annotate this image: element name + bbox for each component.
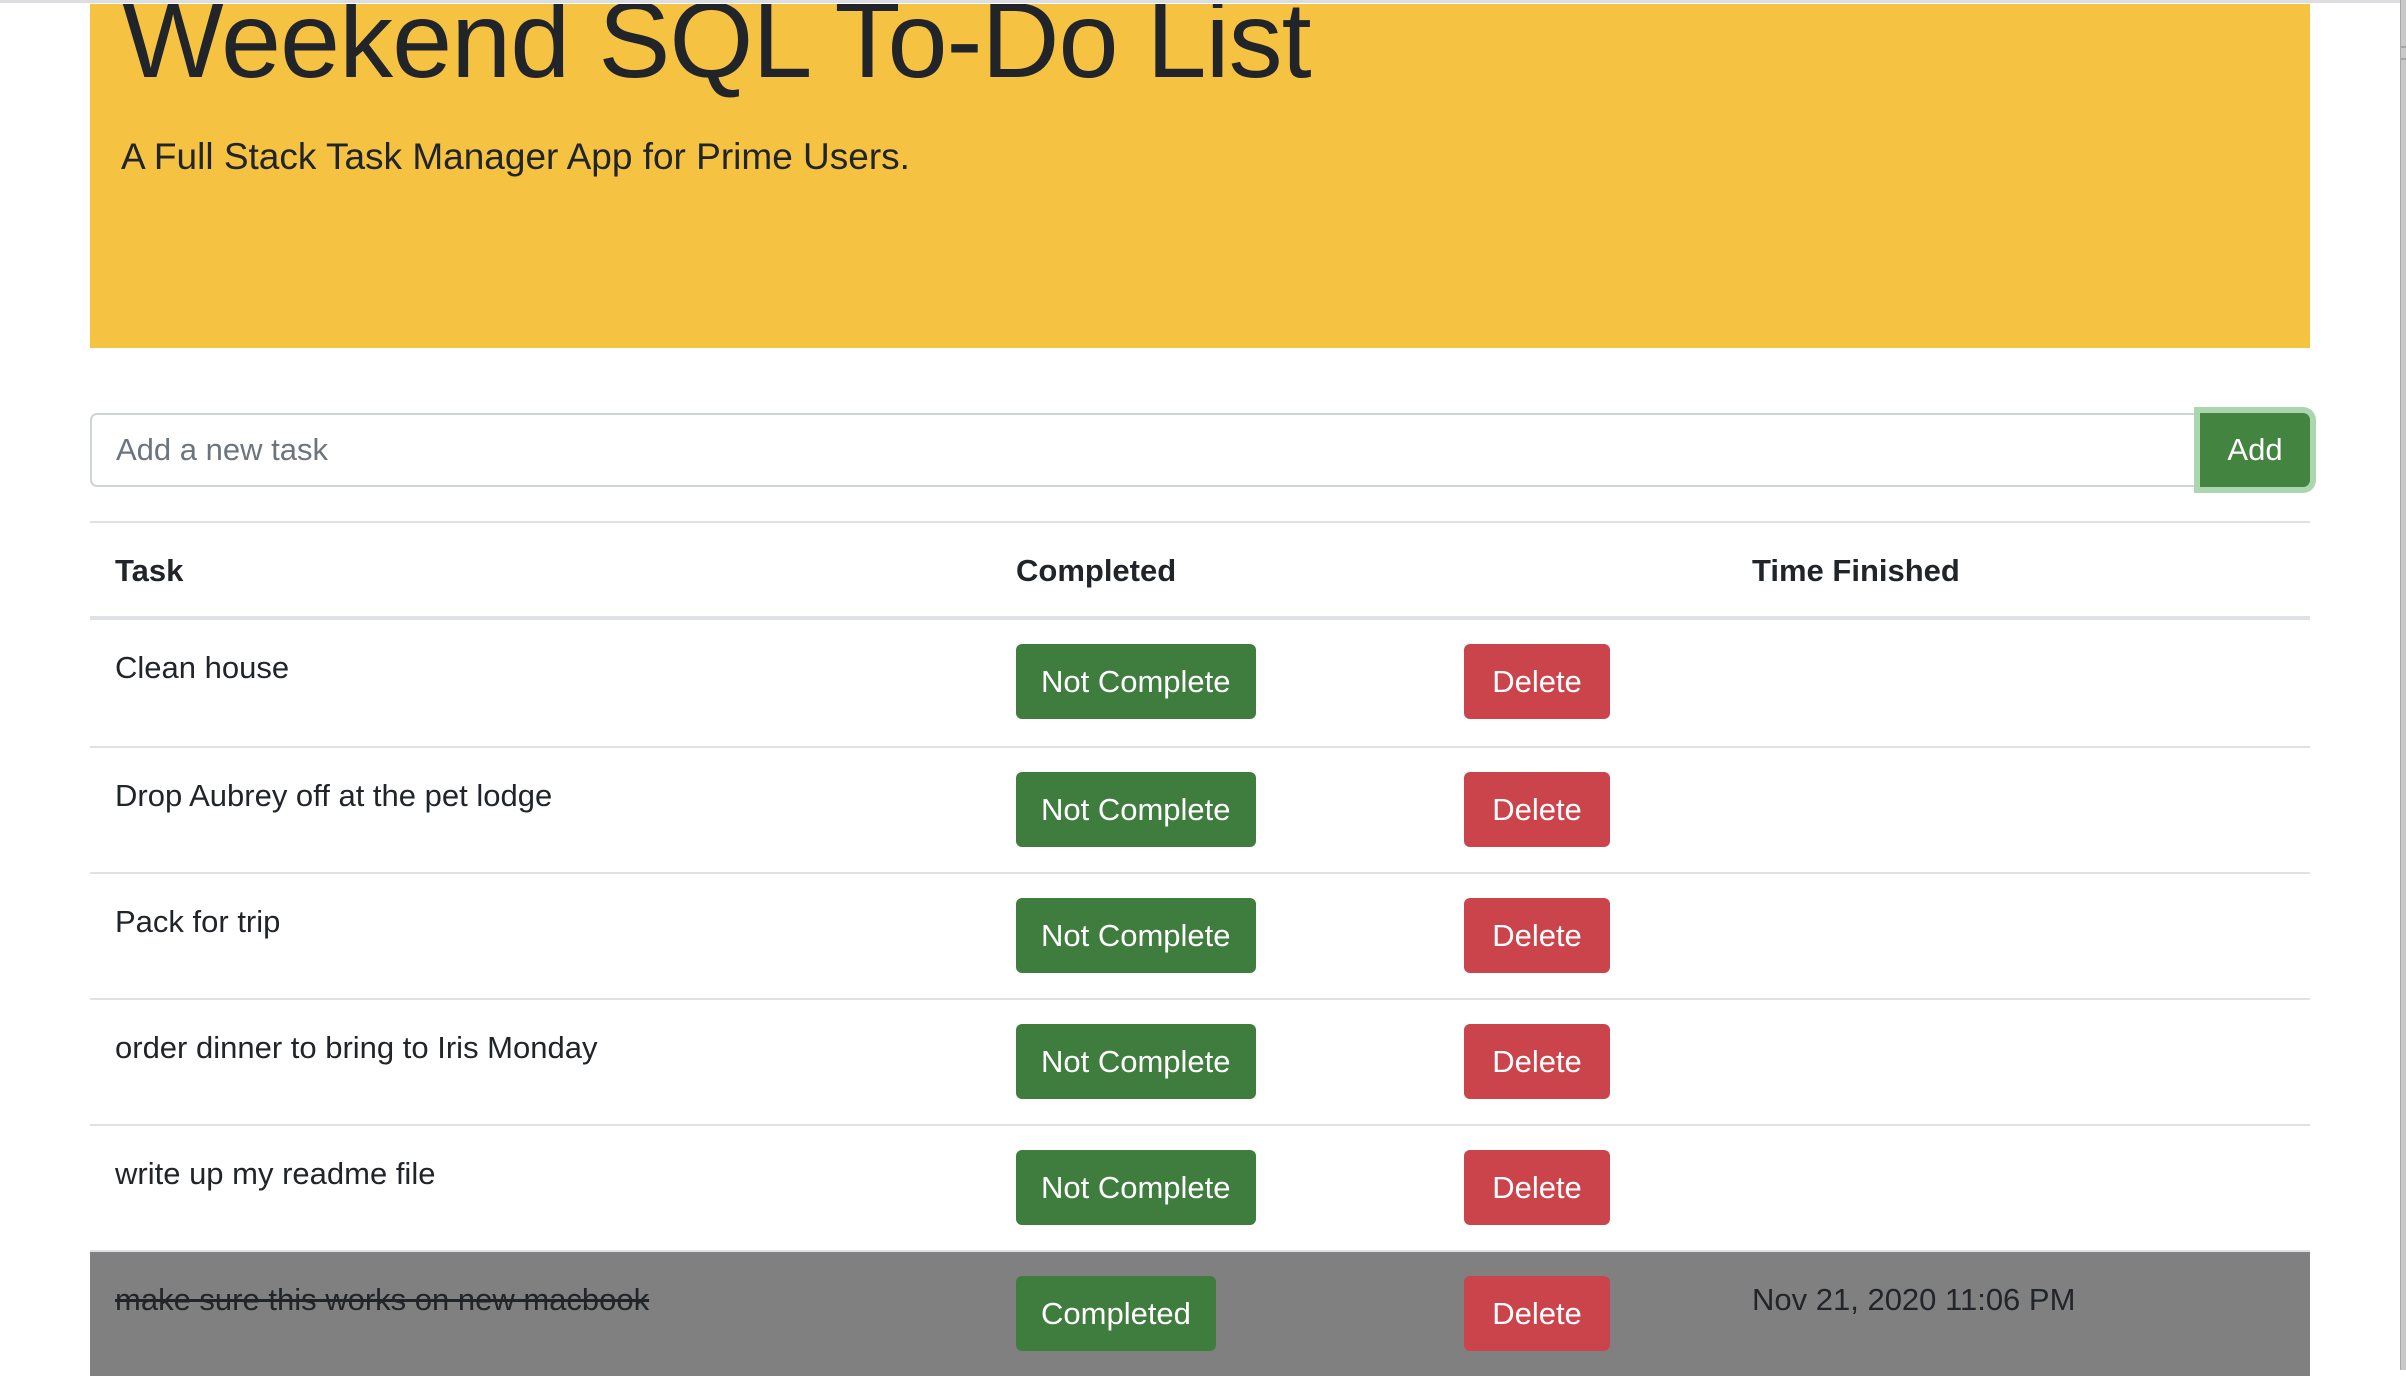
- delete-button[interactable]: Delete: [1464, 1276, 1610, 1351]
- table-row: order dinner to bring to Iris Monday Not…: [90, 998, 2310, 1124]
- jumbotron-header: Weekend SQL To-Do List A Full Stack Task…: [90, 4, 2310, 348]
- toggle-complete-button[interactable]: Not Complete: [1016, 644, 1256, 719]
- add-task-button[interactable]: Add: [2200, 413, 2310, 487]
- add-task-form: Add: [90, 413, 2310, 487]
- column-header-completed: Completed: [1016, 553, 1177, 588]
- table-row: Drop Aubrey off at the pet lodge Not Com…: [90, 746, 2310, 872]
- delete-button[interactable]: Delete: [1464, 772, 1610, 847]
- time-finished: Nov 21, 2020 11:06 PM: [1752, 1282, 2076, 1317]
- task-text: order dinner to bring to Iris Monday: [115, 1030, 598, 1065]
- table-header: Task Completed Time Finished: [90, 521, 2310, 620]
- window-edge-mark: [2401, 46, 2406, 48]
- table-row: write up my readme file Not Complete Del…: [90, 1124, 2310, 1250]
- window-edge-mark: [2401, 58, 2406, 60]
- page-title: Weekend SQL To-Do List: [122, 4, 1312, 100]
- delete-button[interactable]: Delete: [1464, 898, 1610, 973]
- browser-top-border: [0, 0, 2400, 3]
- window-corner: [0, 1352, 28, 1388]
- window-edge: [2400, 0, 2406, 1370]
- new-task-input[interactable]: [90, 413, 2198, 487]
- page-subtitle: A Full Stack Task Manager App for Prime …: [121, 136, 910, 177]
- toggle-complete-button[interactable]: Not Complete: [1016, 898, 1256, 973]
- column-header-time-finished: Time Finished: [1752, 553, 1960, 588]
- table-row: make sure this works on new macbook Comp…: [90, 1250, 2310, 1376]
- task-text: make sure this works on new macbook: [115, 1282, 650, 1317]
- toggle-complete-button[interactable]: Not Complete: [1016, 772, 1256, 847]
- toggle-complete-button[interactable]: Not Complete: [1016, 1150, 1256, 1225]
- task-text: Drop Aubrey off at the pet lodge: [115, 778, 553, 813]
- toggle-complete-button[interactable]: Completed: [1016, 1276, 1216, 1351]
- task-text: Clean house: [115, 650, 290, 685]
- task-text: write up my readme file: [115, 1156, 436, 1191]
- delete-button[interactable]: Delete: [1464, 1024, 1610, 1099]
- task-text: Pack for trip: [115, 904, 281, 939]
- delete-button[interactable]: Delete: [1464, 1150, 1610, 1225]
- table-body: Clean house Not Complete Delete Drop Aub…: [90, 620, 2310, 1376]
- tasks-table: Task Completed Time Finished Clean house…: [90, 521, 2310, 1376]
- table-row: Clean house Not Complete Delete: [90, 620, 2310, 746]
- delete-button[interactable]: Delete: [1464, 644, 1610, 719]
- toggle-complete-button[interactable]: Not Complete: [1016, 1024, 1256, 1099]
- column-header-task: Task: [115, 553, 184, 588]
- table-row: Pack for trip Not Complete Delete: [90, 872, 2310, 998]
